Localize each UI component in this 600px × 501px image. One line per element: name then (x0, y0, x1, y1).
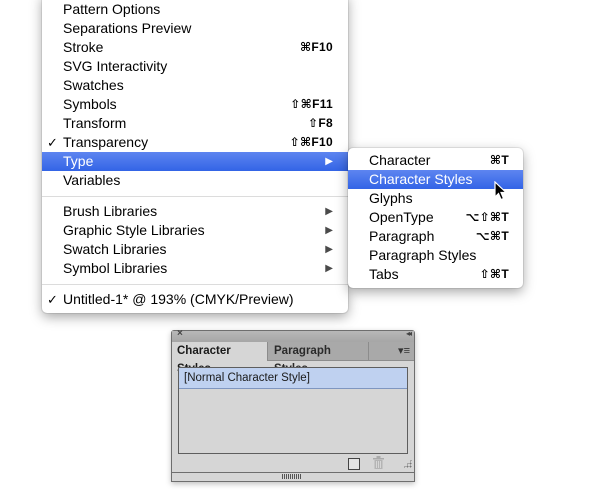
menu-item-label: Transparency (63, 134, 149, 150)
submenu-arrow-icon: ▶ (325, 206, 333, 217)
menu-item-symbols[interactable]: Symbols ⇧⌘F11 (42, 95, 348, 114)
window-menu: Pattern Options Separations Preview Stroke… (42, 0, 348, 313)
keyboard-shortcut: ⌥⇧⌘T (465, 210, 509, 224)
menu-item-symbol-libraries[interactable]: Symbol Libraries ▶ (42, 259, 348, 278)
menu-item-brush-libraries[interactable]: Brush Libraries ▶ (42, 202, 348, 221)
new-style-icon[interactable] (348, 458, 360, 470)
trash-icon-glyph (373, 456, 384, 469)
close-icon[interactable]: × (177, 328, 183, 339)
resize-grip[interactable] (403, 459, 412, 468)
menu-item-label: Brush Libraries (63, 203, 158, 219)
keyboard-shortcut: ⌥⌘T (475, 229, 509, 243)
menu-item-label: Type (63, 153, 94, 169)
submenu-arrow-icon: ▶ (325, 225, 333, 236)
collapse-panel-icon[interactable]: ◂◂ (406, 329, 412, 338)
menu-item-label: Untitled-1* @ 193% (CMYK/Preview) (63, 291, 294, 307)
checkmark-icon: ✓ (47, 292, 58, 307)
menu-item-label: Paragraph Styles (369, 247, 477, 263)
menu-item-label: Stroke (63, 39, 104, 55)
menu-separator (42, 284, 348, 285)
mouse-pointer-icon (494, 181, 508, 201)
menu-item-character[interactable]: Character ⌘T (348, 151, 523, 170)
keyboard-shortcut: ⇧⌘F10 (289, 135, 333, 149)
type-submenu: Character ⌘T Character Styles Glyphs OpenTyp… (348, 148, 523, 288)
menu-item-variables[interactable]: Variables (42, 171, 348, 190)
menu-item-label: Separations Preview (63, 20, 192, 36)
menu-item-untitled-1-193-cmyk-preview[interactable]: ✓ Untitled-1* @ 193% (CMYK/Preview) (42, 290, 348, 309)
menu-item-pattern-options[interactable]: Pattern Options (42, 0, 348, 19)
menu-item-label: Swatch Libraries (63, 241, 167, 257)
keyboard-shortcut: ⇧⌘T (479, 267, 509, 281)
keyboard-shortcut: ⌘T (489, 153, 509, 167)
tab-paragraph-styles[interactable]: Paragraph Styles (269, 342, 369, 375)
menu-item-label: Swatches (63, 77, 124, 93)
menu-item-swatch-libraries[interactable]: Swatch Libraries ▶ (42, 240, 348, 259)
menu-item-label: Pattern Options (63, 1, 161, 17)
menu-item-type[interactable]: Type ▶ (42, 152, 348, 171)
menu-separator (42, 196, 348, 197)
menu-item-label: Symbols (63, 96, 117, 112)
list-item[interactable]: [Normal Character Style] (179, 368, 407, 389)
menu-item-opentype[interactable]: OpenType ⌥⇧⌘T (348, 208, 523, 227)
keyboard-shortcut: ⇧F8 (308, 116, 333, 130)
menu-item-label: Graphic Style Libraries (63, 222, 205, 238)
menu-item-label: Character Styles (369, 171, 473, 187)
menu-item-label: SVG Interactivity (63, 58, 168, 74)
menu-item-label: Glyphs (369, 190, 413, 206)
styles-list: [Normal Character Style] (178, 367, 408, 454)
submenu-arrow-icon: ▶ (325, 244, 333, 255)
menu-item-swatches[interactable]: Swatches (42, 76, 348, 95)
menu-item-label: OpenType (369, 209, 434, 225)
trash-icon[interactable] (373, 456, 384, 472)
submenu-arrow-icon: ▶ (325, 263, 333, 274)
menu-item-label: Transform (63, 115, 127, 131)
keyboard-shortcut: ⇧⌘F11 (290, 97, 333, 111)
menu-item-label: Tabs (369, 266, 399, 282)
menu-item-label: Character (369, 152, 431, 168)
panel-menu-icon[interactable]: ▾≡ (398, 342, 410, 360)
panel-bottom-bar (172, 472, 414, 481)
panel-tabs: Character Styles Paragraph Styles ▾≡ (172, 342, 414, 375)
menu-item-paragraph[interactable]: Paragraph ⌥⌘T (348, 227, 523, 246)
menu-item-stroke[interactable]: Stroke ⌘F10 (42, 38, 348, 57)
menu-item-paragraph-styles[interactable]: Paragraph Styles (348, 246, 523, 265)
panel-titlebar[interactable]: × ◂◂ (172, 328, 414, 342)
menu-item-label: Paragraph (369, 228, 435, 244)
checkmark-icon: ✓ (47, 135, 58, 150)
menu-item-graphic-style-libraries[interactable]: Graphic Style Libraries ▶ (42, 221, 348, 240)
menu-item-svg-interactivity[interactable]: SVG Interactivity (42, 57, 348, 76)
menu-item-label: Symbol Libraries (63, 260, 168, 276)
menu-item-transform[interactable]: Transform ⇧F8 (42, 114, 348, 133)
menu-item-label: Variables (63, 172, 121, 188)
menu-item-tabs[interactable]: Tabs ⇧⌘T (348, 265, 523, 284)
tab-character-styles[interactable]: Character Styles (172, 342, 268, 375)
drag-handle[interactable] (282, 474, 302, 479)
submenu-arrow-icon: ▶ (325, 156, 333, 167)
menu-item-transparency[interactable]: ✓ Transparency ⇧⌘F10 (42, 133, 348, 152)
keyboard-shortcut: ⌘F10 (299, 40, 333, 54)
menu-item-separations-preview[interactable]: Separations Preview (42, 19, 348, 38)
character-styles-panel: × ◂◂ Character Styles Paragraph Styles ▾… (171, 328, 415, 482)
